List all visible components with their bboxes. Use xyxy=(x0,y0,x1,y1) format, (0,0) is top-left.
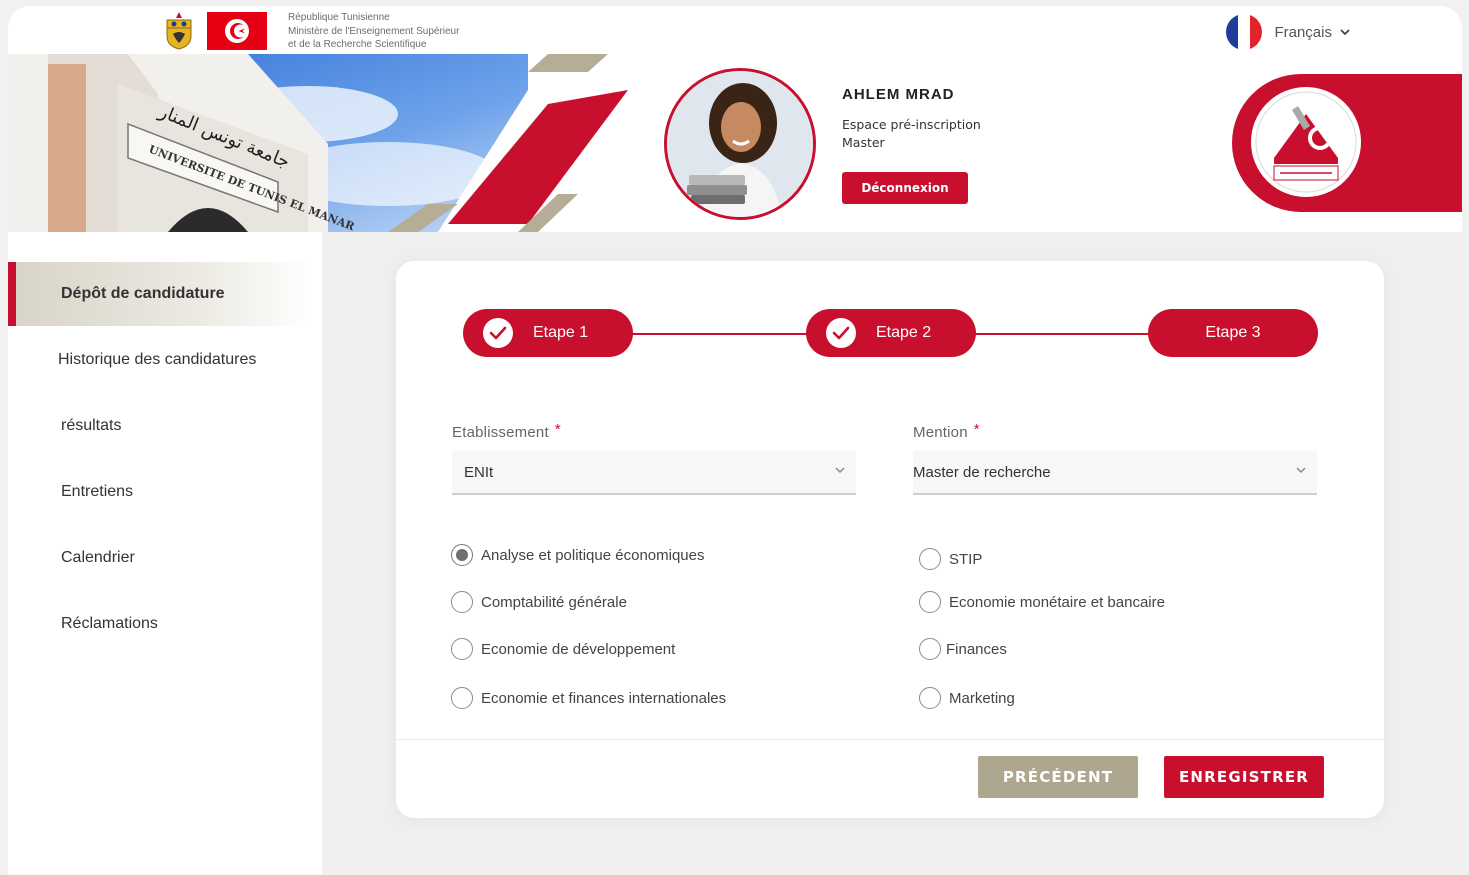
option-marketing[interactable]: Marketing xyxy=(919,687,1015,709)
stepper-connector xyxy=(626,333,810,335)
previous-button[interactable]: PRÉCÉDENT xyxy=(978,756,1138,798)
language-selector[interactable]: Français xyxy=(1226,14,1350,50)
radio-button[interactable] xyxy=(451,638,473,660)
required-mark: * xyxy=(554,421,561,438)
option-analyse-politique[interactable]: Analyse et politique économiques xyxy=(451,544,704,566)
chevron-down-icon xyxy=(1340,29,1350,36)
user-avatar xyxy=(664,68,816,220)
mention-select[interactable]: Master de recherche xyxy=(913,451,1317,495)
sidebar-item-resultats[interactable]: résultats xyxy=(8,394,312,458)
sidebar-item-label: Historique des candidatures xyxy=(58,351,257,368)
sidebar-item-historique[interactable]: Historique des candidatures xyxy=(8,328,312,392)
option-label: STIP xyxy=(949,550,983,568)
option-finances[interactable]: Finances xyxy=(919,638,1007,660)
option-label: Economie monétaire et bancaire xyxy=(949,593,1165,611)
select-value: Master de recherche xyxy=(913,463,1051,481)
step-label: Etape 2 xyxy=(876,324,932,341)
ministry-line: et de la Recherche Scientifique xyxy=(288,39,427,50)
ministry-title: République Tunisienne Ministère de l'Ens… xyxy=(288,11,459,52)
radio-button[interactable] xyxy=(919,591,941,613)
sidebar-item-label: Dépôt de candidature xyxy=(61,285,225,302)
university-logo-icon xyxy=(1249,85,1363,199)
mention-label: Mention * xyxy=(913,421,980,441)
france-flag-icon xyxy=(1226,14,1263,50)
check-icon xyxy=(483,318,513,348)
sidebar-item-calendrier[interactable]: Calendrier xyxy=(8,526,312,590)
sidebar-item-label: Entretiens xyxy=(61,483,134,500)
required-mark: * xyxy=(973,421,980,438)
app-window: République Tunisienne Ministère de l'Ens… xyxy=(8,6,1462,875)
option-label: Economie et finances internationales xyxy=(481,689,727,707)
radio-button[interactable] xyxy=(451,687,473,709)
radio-button[interactable] xyxy=(451,591,473,613)
chevron-down-icon xyxy=(835,467,845,474)
field-label-text: Mention xyxy=(913,424,968,441)
option-label: Comptabilité générale xyxy=(481,593,627,611)
sidebar-item-depot-candidature[interactable]: Dépôt de candidature xyxy=(8,262,312,326)
chevron-down-icon xyxy=(1296,467,1306,474)
user-space-line: Master xyxy=(842,135,885,150)
check-icon xyxy=(826,318,856,348)
banner: UNIVERSITE DE TUNIS EL MANAR جامعة تونس … xyxy=(8,54,1462,232)
option-comptabilite[interactable]: Comptabilité générale xyxy=(451,591,627,613)
sidebar-item-label: Réclamations xyxy=(61,615,158,632)
step-3[interactable]: Etape 3 xyxy=(1148,309,1318,357)
step-1[interactable]: Etape 1 xyxy=(463,309,633,357)
step-2[interactable]: Etape 2 xyxy=(806,309,976,357)
university-building-image: UNIVERSITE DE TUNIS EL MANAR جامعة تونس … xyxy=(8,54,668,232)
save-button[interactable]: ENREGISTRER xyxy=(1164,756,1324,798)
select-value: ENIt xyxy=(464,463,494,481)
stepper-connector xyxy=(970,333,1154,335)
option-label: Economie de développement xyxy=(481,640,676,658)
language-label: Français xyxy=(1274,23,1332,41)
option-economie-developpement[interactable]: Economie de développement xyxy=(451,638,675,660)
tunisia-flag-icon xyxy=(207,12,267,50)
sidebar-item-label: résultats xyxy=(61,417,122,434)
etablissement-select[interactable]: ENIt xyxy=(452,451,856,495)
user-space-line: Espace pré-inscription xyxy=(842,117,981,132)
option-economie-finances-internationales[interactable]: Economie et finances internationales xyxy=(451,687,726,709)
form-actions: PRÉCÉDENT ENREGISTRER xyxy=(396,739,1384,818)
step-label: Etape 3 xyxy=(1205,324,1261,341)
radio-button[interactable] xyxy=(919,548,941,570)
option-label: Finances xyxy=(946,640,1007,658)
option-economie-monetaire[interactable]: Economie monétaire et bancaire xyxy=(919,591,1165,613)
sidebar-item-entretiens[interactable]: Entretiens xyxy=(8,460,312,524)
field-label-text: Etablissement xyxy=(452,424,549,441)
logout-button[interactable]: Déconnexion xyxy=(842,172,968,204)
option-stip[interactable]: STIP xyxy=(919,548,982,570)
radio-button[interactable] xyxy=(451,544,473,566)
step-label: Etape 1 xyxy=(533,324,589,341)
etablissement-label: Etablissement * xyxy=(452,421,561,441)
ministry-line: Ministère de l'Enseignement Supérieur xyxy=(288,25,460,37)
sidebar-item-reclamations[interactable]: Réclamations xyxy=(8,592,312,656)
radio-button[interactable] xyxy=(919,687,941,709)
radio-button[interactable] xyxy=(919,638,941,660)
top-bar: République Tunisienne Ministère de l'Ens… xyxy=(8,6,1462,54)
option-label: Marketing xyxy=(949,689,1015,707)
sidebar-nav: Dépôt de candidature Historique des cand… xyxy=(8,232,322,875)
sidebar-item-label: Calendrier xyxy=(61,549,135,566)
application-form-card: Etape 1 Etape 2 Etape 3 Etablissement * E… xyxy=(396,261,1384,818)
tunisia-emblem-icon xyxy=(166,12,192,50)
option-label: Analyse et politique économiques xyxy=(481,546,705,564)
user-space-info: Espace pré-inscription Master xyxy=(842,116,981,152)
user-name: AHLEM MRAD xyxy=(842,86,955,103)
ministry-line: République Tunisienne xyxy=(288,12,390,23)
